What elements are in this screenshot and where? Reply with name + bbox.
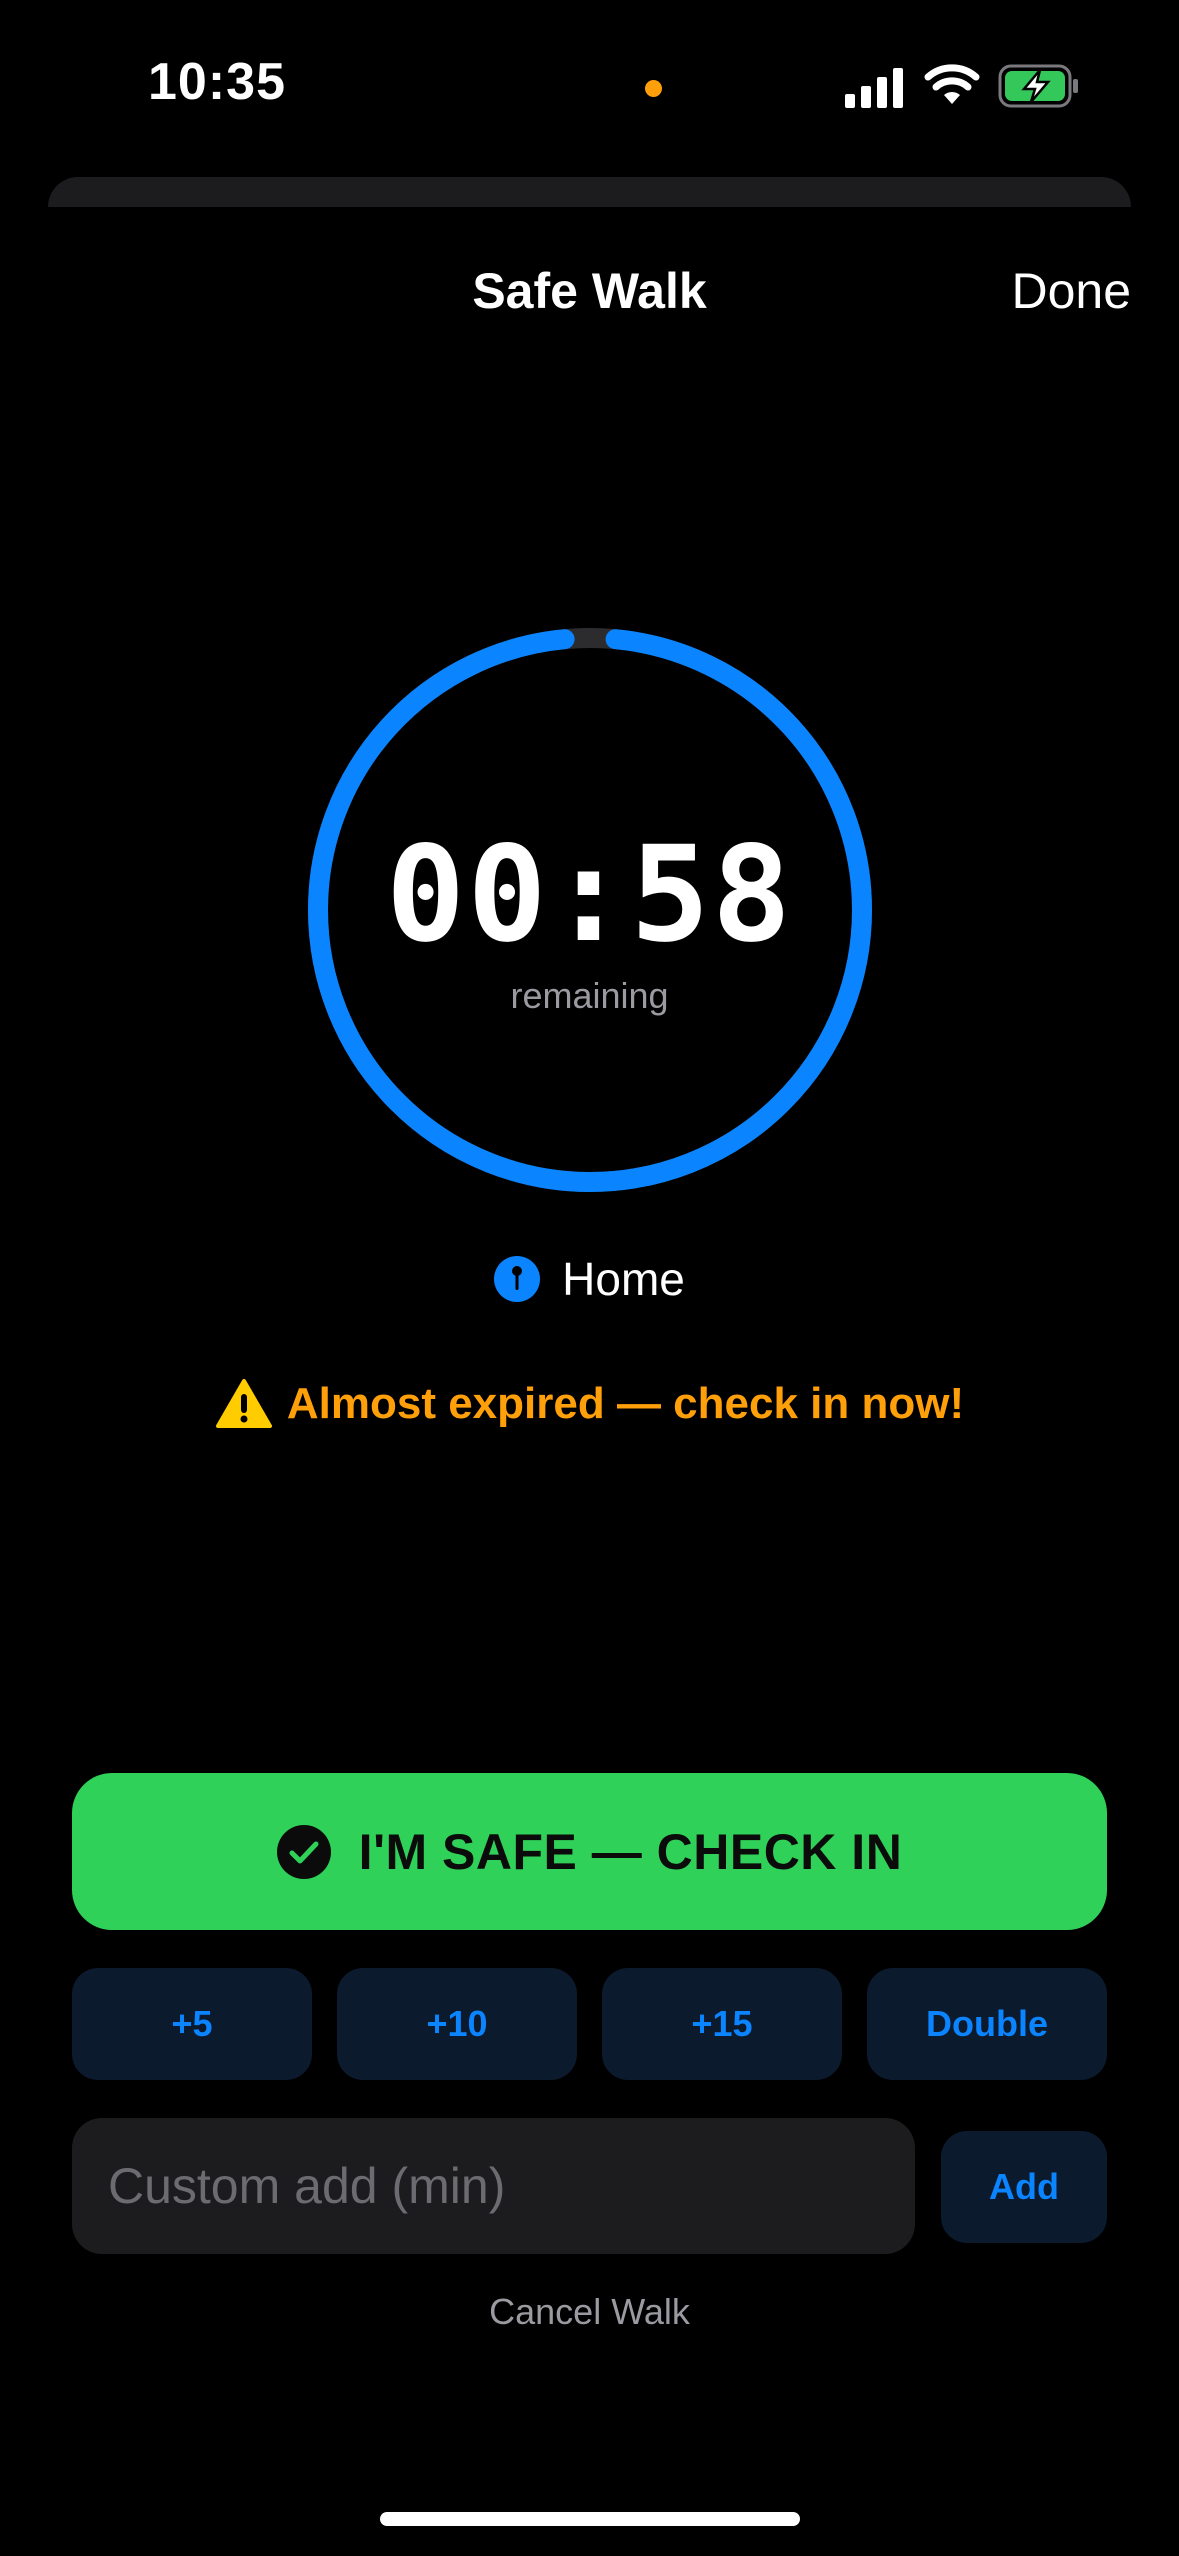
done-button[interactable]: Done [1011,262,1131,320]
add-10-button[interactable]: +10 [337,1968,577,2080]
check-in-label: I'M SAFE — CHECK IN [358,1823,903,1880]
wifi-icon [924,64,980,104]
countdown-timer: 00:58 [385,818,794,972]
destination-label: Home [562,1253,685,1305]
warning-text: Almost expired — check in now! [286,1379,965,1428]
status-time: 10:35 [148,53,286,111]
warning-triangle-icon [215,1379,272,1428]
add-5-button[interactable]: +5 [72,1968,312,2080]
custom-minutes-input[interactable] [72,2118,915,2254]
custom-add-button[interactable]: Add [941,2131,1107,2243]
checkmark-circle-icon [276,1824,331,1879]
map-pin-icon [494,1256,541,1302]
sheet-overlay [0,207,1179,247]
timer-caption: remaining [510,975,669,1016]
cellular-signal-icon [845,68,903,108]
expiry-warning: Almost expired — check in now! [0,1378,1179,1430]
check-in-button[interactable]: I'M SAFE — CHECK IN [72,1773,1107,1930]
add-15-button[interactable]: +15 [602,1968,842,2080]
battery-charging-icon [998,64,1078,108]
privacy-indicator-dot [645,80,662,97]
double-time-button[interactable]: Double [867,1968,1107,2080]
destination: Home [0,1252,1179,1306]
cancel-walk-button[interactable]: Cancel Walk [0,2290,1179,2334]
home-indicator[interactable] [380,2512,800,2526]
page-title: Safe Walk [472,263,707,319]
